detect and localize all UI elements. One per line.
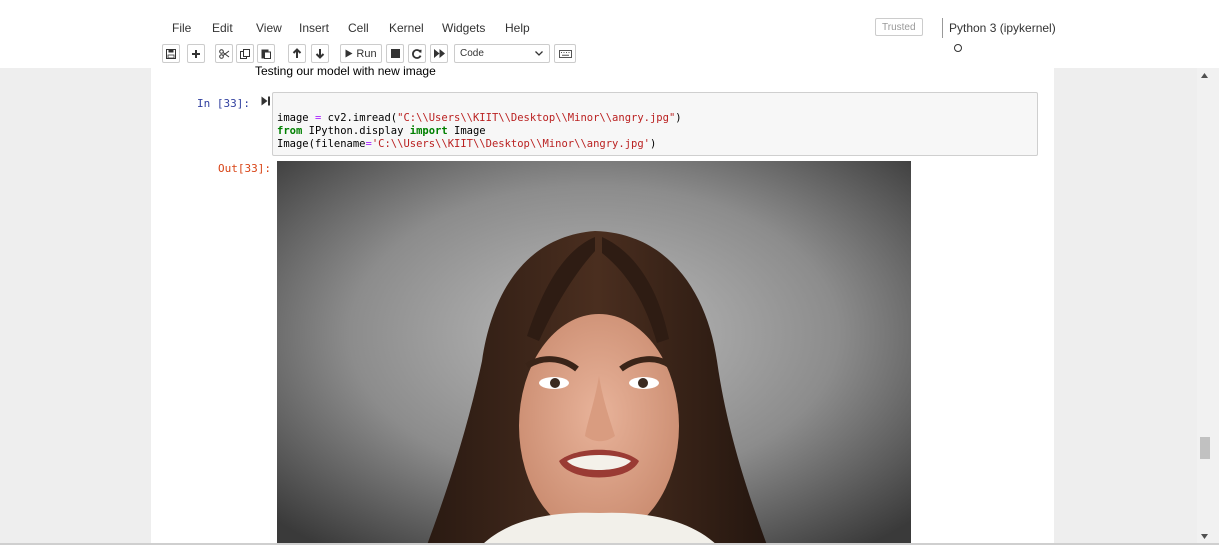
- cell-type-value: Code: [460, 48, 484, 59]
- menu-help[interactable]: Help: [505, 21, 530, 35]
- copy-icon: [240, 48, 250, 59]
- restart-icon: [412, 48, 422, 59]
- fast-forward-icon: [433, 49, 445, 58]
- menu-cell[interactable]: Cell: [348, 21, 369, 35]
- paste-icon: [261, 49, 271, 59]
- run-label: Run: [356, 47, 377, 60]
- menu-kernel[interactable]: Kernel: [389, 21, 424, 35]
- code-token: 'C:\\Users\\KIIT\\Desktop\\Minor\\angry.…: [371, 138, 650, 150]
- run-icon: [345, 49, 353, 58]
- cut-icon: [218, 48, 229, 59]
- code-token: "C:\\Users\\KIIT\\Desktop\\Minor\\angry.…: [397, 112, 676, 124]
- code-line: Image(filename='C:\\Users\\KIIT\\Desktop…: [277, 138, 682, 151]
- scroll-down-icon[interactable]: [1200, 533, 1209, 540]
- code-token: cv2.imread(: [321, 112, 398, 124]
- add-cell-icon: [192, 49, 200, 58]
- kernel-name[interactable]: Python 3 (ipykernel): [949, 21, 1056, 35]
- menu-edit[interactable]: Edit: [212, 21, 233, 35]
- code-token: Image(filename: [277, 138, 366, 150]
- input-prompt: In [33]:: [197, 97, 250, 110]
- keyboard-icon: [558, 49, 572, 58]
- move-up-icon: [292, 48, 302, 58]
- code-token: from: [277, 125, 303, 137]
- scrollbar-thumb[interactable]: [1200, 437, 1210, 459]
- angry-woman-photo: [277, 161, 911, 545]
- paste-button[interactable]: [257, 44, 275, 63]
- output-image: [277, 161, 911, 545]
- output-prompt: Out[33]:: [218, 162, 271, 175]
- code-token: IPython.display: [302, 125, 410, 137]
- move-down-button[interactable]: [311, 44, 329, 63]
- run-button[interactable]: Run: [340, 44, 382, 63]
- code-token: Image: [447, 125, 486, 137]
- cell-type-select[interactable]: Code: [454, 44, 550, 63]
- code-token: import: [409, 125, 448, 137]
- code-line: from IPython.display import Image: [277, 125, 682, 138]
- run-cell-icon[interactable]: [261, 96, 271, 106]
- insert-cell-button[interactable]: [187, 44, 205, 63]
- scroll-up-icon[interactable]: [1200, 72, 1209, 79]
- trusted-badge[interactable]: Trusted: [875, 18, 923, 36]
- code-token: ): [650, 138, 657, 150]
- menu-widgets[interactable]: Widgets: [442, 21, 485, 35]
- menu-insert[interactable]: Insert: [299, 21, 329, 35]
- save-button[interactable]: [162, 44, 180, 63]
- chevron-down-icon: [535, 51, 543, 56]
- menu-file[interactable]: File: [172, 21, 191, 35]
- stop-icon: [390, 49, 400, 58]
- interrupt-button[interactable]: [386, 44, 404, 63]
- move-down-icon: [315, 49, 325, 59]
- copy-button[interactable]: [236, 44, 254, 63]
- code-token: image: [277, 112, 315, 124]
- markdown-cell-text: Testing our model with new image: [255, 64, 436, 78]
- code-text: image = cv2.imread("C:\\Users\\KIIT\\Des…: [277, 112, 682, 151]
- menubar: File Edit View Insert Cell Kernel Widget…: [160, 14, 1060, 52]
- restart-run-all-button[interactable]: [430, 44, 448, 63]
- kernel-idle-icon: [954, 43, 962, 52]
- move-up-button[interactable]: [288, 44, 306, 63]
- restart-button[interactable]: [408, 44, 426, 63]
- kernel-status: Python 3 (ipykernel): [942, 18, 1060, 52]
- code-token: ): [675, 112, 682, 124]
- vertical-scrollbar[interactable]: [1197, 68, 1219, 545]
- menu-view[interactable]: View: [256, 21, 282, 35]
- notebook-header: File Edit View Insert Cell Kernel Widget…: [0, 0, 1219, 68]
- cut-button[interactable]: [215, 44, 233, 63]
- command-palette-button[interactable]: [554, 44, 576, 63]
- save-icon: [166, 48, 176, 59]
- code-line: image = cv2.imread("C:\\Users\\KIIT\\Des…: [277, 112, 682, 125]
